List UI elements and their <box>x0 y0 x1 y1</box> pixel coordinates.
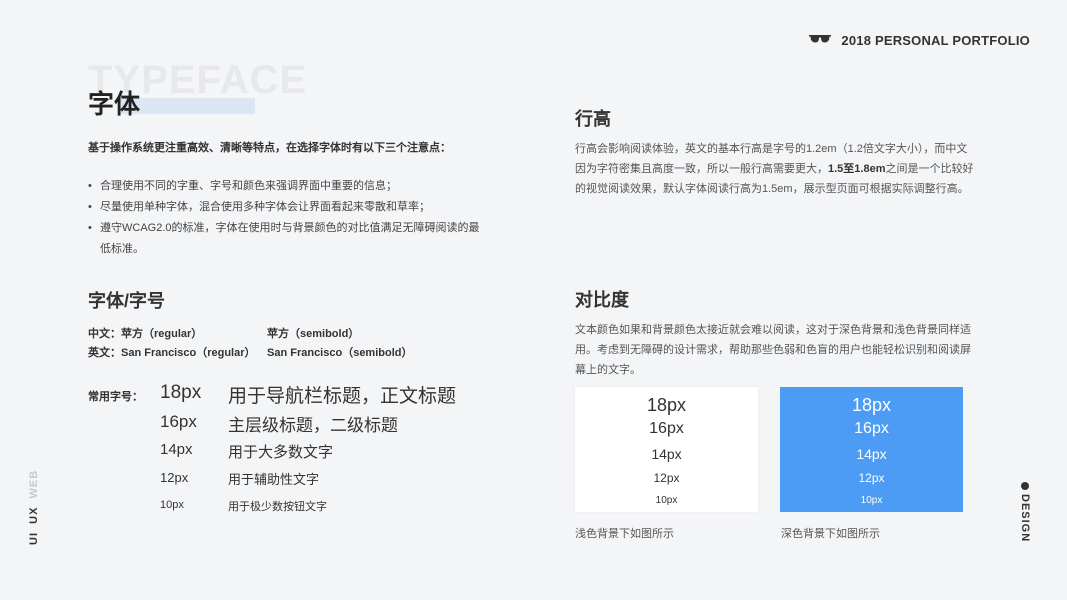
english-font-semibold: San Francisco（semibold） <box>267 347 413 359</box>
demo-10px: 10px <box>655 495 678 506</box>
intro-text: 基于操作系统更注重高效、清晰等特点，在选择字体时有以下三个注意点： <box>88 142 451 154</box>
list-item: 尽量使用单种字体，混合使用多种字体会让界面看起来零散和草率； <box>88 197 488 218</box>
demo-18px: 18px <box>851 395 892 415</box>
size-12-label: 12px <box>160 470 189 485</box>
line-height-emphasis: 1.5至1.8em <box>828 163 886 175</box>
size-18-desc: 用于导航栏标题，正文标题 <box>228 386 457 407</box>
demo-14px: 14px <box>856 446 887 462</box>
size-18-label: 18px <box>160 382 202 403</box>
light-caption: 浅色背景下如图所示 <box>575 528 674 540</box>
chinese-font-regular: 中文：苹方（regular） <box>88 328 203 340</box>
side-label-left: UI UX WEB <box>28 469 40 545</box>
page-title: 字体 <box>88 89 141 119</box>
line-height-title: 行高 <box>575 109 611 129</box>
size-16-desc: 主层级标题，二级标题 <box>228 416 398 435</box>
size-10-desc: 用于极少数按钮文字 <box>228 501 327 513</box>
dark-background-demo: 18px 16px 14px 12px 10px <box>780 387 963 512</box>
demo-16px: 16px <box>649 420 684 437</box>
sunglasses-icon <box>809 31 832 49</box>
light-background-demo: 18px 16px 14px 12px 10px <box>575 387 758 512</box>
size-12-desc: 用于辅助性文字 <box>228 472 320 487</box>
size-10-label: 10px <box>160 499 184 511</box>
list-item: 合理使用不同的字重、字号和颜色来强调界面中重要的信息； <box>88 176 488 197</box>
size-14-label: 14px <box>160 441 193 458</box>
contrast-title: 对比度 <box>575 290 629 310</box>
dark-caption: 深色背景下如图所示 <box>781 528 880 540</box>
font-size-section-title: 字体/字号 <box>88 291 166 311</box>
brand-header: 2018 PERSONAL PORTFOLIO <box>809 31 1030 49</box>
side-label-right: DESIGN <box>1019 482 1031 542</box>
line-height-text: 行高会影响阅读体验，英文的基本行高是字号的1.2em（1.2倍文字大小），而中文… <box>575 143 974 195</box>
demo-10px: 10px <box>860 495 883 506</box>
common-sizes-label: 常用字号： <box>88 391 143 403</box>
demo-18px: 18px <box>646 395 687 415</box>
design-label: DESIGN <box>1019 494 1031 543</box>
demo-14px: 14px <box>651 446 682 462</box>
chinese-font-semibold: 苹方（semibold） <box>267 328 360 340</box>
demo-12px: 12px <box>653 471 680 485</box>
brand-title: 2018 PERSONAL PORTFOLIO <box>841 32 1030 48</box>
demo-12px: 12px <box>858 471 885 485</box>
english-font-regular: 英文：San Francisco（regular） <box>88 347 256 359</box>
size-16-label: 16px <box>160 412 197 431</box>
bullet-dot-icon <box>1021 482 1029 490</box>
list-item: 遵守WCAG2.0的标准，字体在使用时与背景颜色的对比值满足无障碍阅读的最低标准… <box>88 218 488 260</box>
size-14-desc: 用于大多数文字 <box>228 444 334 461</box>
demo-16px: 16px <box>854 420 889 437</box>
bullet-list: 合理使用不同的字重、字号和颜色来强调界面中重要的信息； 尽量使用单种字体，混合使… <box>88 176 488 260</box>
contrast-text: 文本颜色如果和背景颜色太接近就会难以阅读，这对于深色背景和浅色背景同样适用。考虑… <box>575 324 971 376</box>
